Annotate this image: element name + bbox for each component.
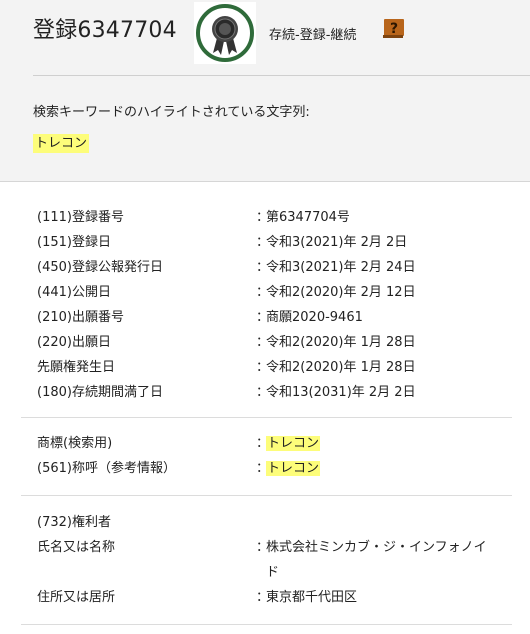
detail-label: (441)公開日	[37, 285, 111, 300]
detail-label: (220)出願日	[37, 335, 111, 350]
details-section-owner: (732)権利者 氏名又は名称 ： 株式会社ミンカブ・ジ・インフォノイド 住所又…	[0, 510, 530, 610]
detail-row: (220)出願日 ： 令和2(2020)年 1月 28日	[37, 330, 530, 355]
owner-heading: (732)権利者	[37, 515, 111, 530]
detail-value: 第6347704号	[266, 210, 350, 225]
details-section-dates: (111)登録番号 ： 第6347704号 (151)登録日 ： 令和3(202…	[0, 205, 530, 405]
section-divider	[21, 624, 512, 625]
keyword-highlight: トレコン	[33, 134, 90, 153]
detail-row: (180)存続期間満了日 ： 令和13(2031)年 2月 2日	[37, 380, 530, 405]
owner-name: 株式会社ミンカブ・ジ・インフォノイド	[266, 540, 487, 580]
registration-details: (111)登録番号 ： 第6347704号 (151)登録日 ： 令和3(202…	[0, 182, 530, 625]
header-divider	[33, 75, 530, 76]
detail-value: 令和2(2020)年 1月 28日	[266, 360, 416, 375]
detail-label: 氏名又は名称	[37, 540, 116, 555]
details-section-trademark: 商標(検索用) ： トレコン (561)称呼（参考情報） ： トレコン	[0, 431, 530, 481]
detail-row: 氏名又は名称 ： 株式会社ミンカブ・ジ・インフォノイド	[37, 535, 530, 585]
detail-label: 住所又は居所	[37, 590, 116, 605]
registration-title: 登録6347704	[33, 18, 177, 43]
keyword-label: 検索キーワードのハイライトされている文字列:	[33, 105, 310, 120]
header-panel: 登録6347704 存続-登録-継続 ? 検索キーワードのハイライトされている文…	[0, 0, 530, 182]
help-glyph: ?	[390, 21, 398, 37]
detail-row: (450)登録公報発行日 ： 令和3(2021)年 2月 24日	[37, 255, 530, 280]
detail-value: 令和3(2021)年 2月 24日	[266, 260, 416, 275]
detail-label: 先願権発生日	[37, 360, 116, 375]
detail-row: (151)登録日 ： 令和3(2021)年 2月 2日	[37, 230, 530, 255]
detail-value: 令和3(2021)年 2月 2日	[266, 235, 408, 250]
pronunciation-highlight: トレコン	[266, 461, 321, 476]
owner-address: 東京都千代田区	[266, 590, 358, 605]
detail-row: (732)権利者	[37, 510, 530, 535]
detail-row: (441)公開日 ： 令和2(2020)年 2月 12日	[37, 280, 530, 305]
detail-row: 先願権発生日 ： 令和2(2020)年 1月 28日	[37, 355, 530, 380]
detail-row: (561)称呼（参考情報） ： トレコン	[37, 456, 530, 481]
detail-row: 商標(検索用) ： トレコン	[37, 431, 530, 456]
detail-label: (111)登録番号	[37, 210, 124, 225]
detail-label: 商標(検索用)	[37, 436, 113, 451]
detail-row: (210)出願番号 ： 商願2020-9461	[37, 305, 530, 330]
detail-row: 住所又は居所 ： 東京都千代田区	[37, 585, 530, 610]
detail-label: (561)称呼（参考情報）	[37, 461, 176, 476]
detail-value: 商願2020-9461	[266, 310, 363, 325]
status-text: 存続-登録-継続	[269, 28, 357, 43]
detail-value: 令和13(2031)年 2月 2日	[266, 385, 416, 400]
detail-label: (180)存続期間満了日	[37, 385, 163, 400]
trademark-highlight: トレコン	[266, 436, 321, 451]
detail-row: (111)登録番号 ： 第6347704号	[37, 205, 530, 230]
detail-label: (450)登録公報発行日	[37, 260, 163, 275]
help-icon[interactable]: ?	[383, 19, 404, 39]
detail-label: (210)出願番号	[37, 310, 124, 325]
detail-value: 令和2(2020)年 2月 12日	[266, 285, 416, 300]
detail-value: 令和2(2020)年 1月 28日	[266, 335, 416, 350]
award-ribbon-icon	[194, 2, 256, 64]
detail-label: (151)登録日	[37, 235, 111, 250]
